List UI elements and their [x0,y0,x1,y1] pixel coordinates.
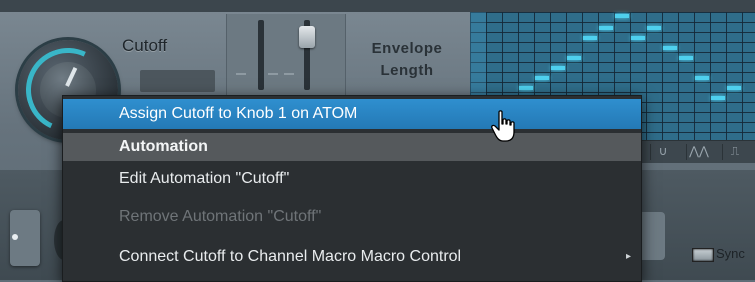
envelope-length-label: Envelope Length [347,38,467,82]
menu-item-connect-macro-label: Connect Cutoff to Channel Macro Macro Co… [119,248,462,265]
pad-indicator-dot [12,234,18,240]
menu-item-edit-automation[interactable]: Edit Automation "Cutoff" [63,164,641,194]
slider-track-left[interactable] [258,20,264,90]
sequencer-step[interactable] [567,56,581,60]
hand-pointer-cursor-icon [491,110,515,142]
menu-item-remove-automation: Remove Automation "Cutoff" [119,208,322,225]
sequencer-step[interactable] [551,66,565,70]
sequencer-step[interactable] [695,76,709,80]
sequencer-step[interactable] [583,36,597,40]
sequencer-step[interactable] [663,46,677,50]
slider-tick [268,73,278,75]
sync-label: Sync [716,246,745,261]
context-menu: Assign Cutoff to Knob 1 on ATOM Automati… [62,95,642,282]
sequencer-step[interactable] [711,96,725,100]
cutoff-value-box[interactable] [140,70,215,92]
cutoff-label: Cutoff [122,36,168,55]
slider-tick [236,73,246,75]
menu-item-assign-cutoff[interactable]: Assign Cutoff to Knob 1 on ATOM [63,99,641,129]
sequencer-step[interactable] [519,86,533,90]
submenu-arrow-icon: ▸ [625,251,631,262]
envelope-label-line1: Envelope [371,40,443,57]
sequencer-step[interactable] [679,56,693,60]
slider-tick [284,73,294,75]
envelope-label-line2: Length [380,62,434,79]
wave-shape-button[interactable]: ⋀⋀ [686,144,711,160]
sequencer-step[interactable] [615,14,629,18]
menu-item-connect-macro[interactable]: Connect Cutoff to Channel Macro Macro Co… [63,242,641,272]
sequencer-step[interactable] [647,26,661,30]
wave-shape-button[interactable]: ⎍ [722,144,747,160]
panel-top-bar [0,0,755,12]
sequencer-step[interactable] [535,76,549,80]
slider-section [226,14,346,99]
sequencer-step[interactable] [599,26,613,30]
sequencer-step[interactable] [727,86,741,90]
sequencer-step[interactable] [631,36,645,40]
slider-thumb[interactable] [299,26,315,48]
sync-toggle[interactable] [692,248,714,262]
wave-shape-button[interactable]: ∪ [650,144,675,160]
menu-header-automation: Automation [63,133,641,161]
